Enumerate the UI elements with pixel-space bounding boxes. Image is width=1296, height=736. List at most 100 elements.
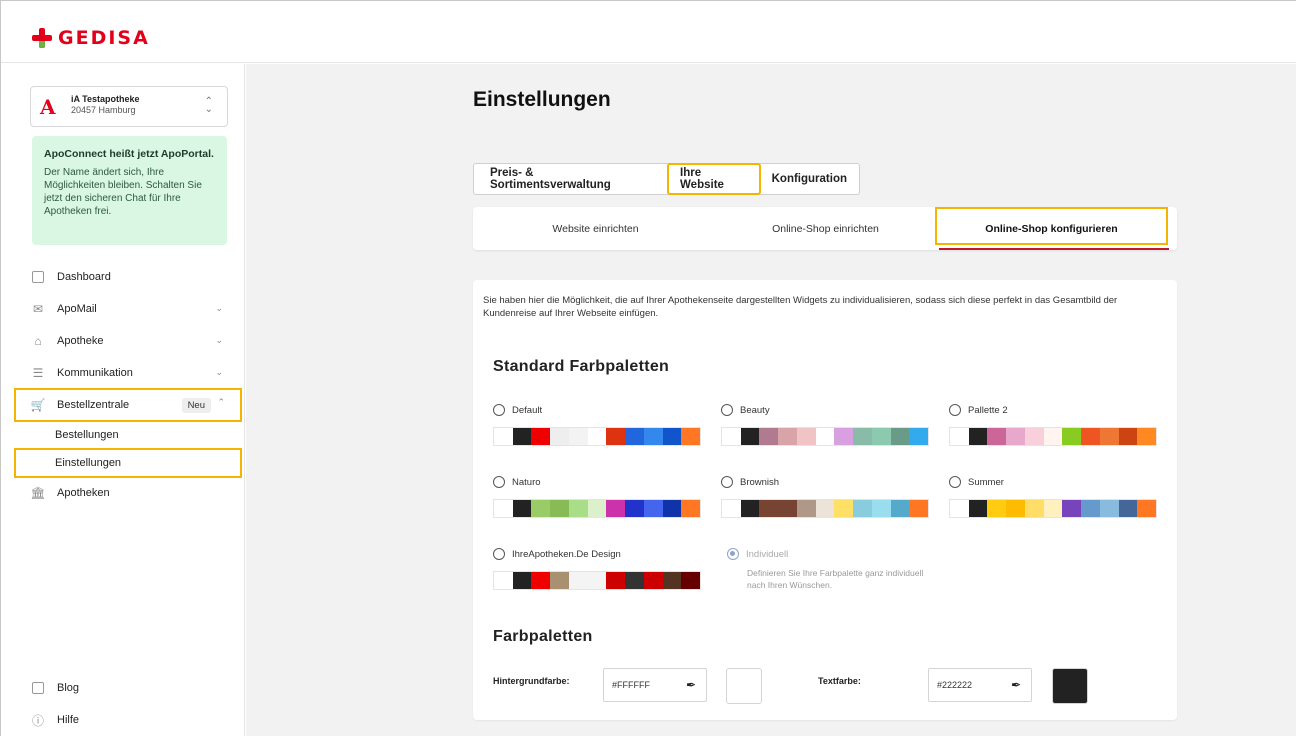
sidebar-item-blog[interactable]: Blog — [1, 672, 245, 704]
sidebar-subitem-einstellungen[interactable]: Einstellungen — [14, 448, 242, 478]
palette-radio[interactable] — [721, 476, 733, 488]
palette-radio[interactable] — [949, 404, 961, 416]
palette-radio[interactable] — [493, 404, 505, 416]
background-color-preview — [726, 668, 762, 704]
palette-name: IhreApotheken.De Design — [512, 548, 621, 560]
color-swatch — [643, 500, 663, 517]
palette-option[interactable]: Brownish — [721, 474, 929, 518]
palette-swatches — [721, 427, 929, 446]
palette-radio[interactable] — [493, 548, 505, 560]
cart-icon: 🛒 — [30, 398, 46, 412]
tab-website-einrichten[interactable]: Website einrichten — [473, 207, 718, 250]
palette-radio[interactable] — [493, 476, 505, 488]
color-swatch — [662, 572, 682, 589]
home-icon: ⌂ — [34, 334, 42, 348]
color-swatch — [890, 500, 910, 517]
palette-radio[interactable] — [949, 476, 961, 488]
color-swatch — [909, 500, 929, 517]
tab-online-shop-einrichten[interactable]: Online-Shop einrichten — [703, 207, 948, 250]
color-swatch — [587, 572, 607, 589]
color-swatch — [778, 428, 797, 445]
color-swatch — [494, 500, 513, 517]
color-swatch — [759, 500, 779, 517]
eyedropper-icon[interactable]: ✒ — [1011, 678, 1021, 692]
tab-ihre-website[interactable]: Ihre Website — [667, 163, 761, 195]
palette-option[interactable]: Default — [493, 402, 701, 446]
sidebar-item-apotheken[interactable]: 🏛 Apotheken — [1, 477, 245, 509]
color-swatch — [606, 572, 626, 589]
palette-option[interactable]: Summer — [949, 474, 1157, 518]
color-swatch — [662, 428, 682, 445]
radio-individuell[interactable] — [727, 548, 739, 560]
building-icon: 🏛 — [30, 486, 46, 500]
color-swatch — [606, 428, 626, 445]
sidebar-bottom-nav: Blog ⓘ Hilfe — [1, 672, 245, 736]
notice-title: ApoConnect heißt jetzt ApoPortal. — [44, 148, 214, 160]
palette-option[interactable]: Naturo — [493, 474, 701, 518]
tab-preis-sortiment[interactable]: Preis- & Sortimentsverwaltung — [478, 164, 668, 194]
background-color-input[interactable]: #FFFFFF ✒ — [603, 668, 707, 702]
palette-option[interactable]: IhreApotheken.De Design — [493, 546, 701, 590]
sidebar-item-kommunikation[interactable]: ☰ Kommunikation ⌄ — [1, 357, 245, 389]
primary-tabs: Preis- & Sortimentsverwaltung Ihre Websi… — [473, 163, 860, 195]
color-swatch — [531, 428, 551, 445]
color-swatch — [1062, 500, 1082, 517]
palette-option[interactable]: Beauty — [721, 402, 929, 446]
color-swatch — [625, 428, 644, 445]
color-swatch — [643, 572, 663, 589]
notice-body: Der Name ändert sich, Ihre Möglichkeiten… — [44, 167, 202, 217]
top-bar: GEDISA — [1, 15, 1296, 63]
chevron-up-icon: ⌃ — [217, 397, 225, 407]
page-title: Einstellungen — [473, 88, 611, 111]
sidebar-item-hilfe[interactable]: ⓘ Hilfe — [1, 704, 245, 736]
sidebar-item-apotheke[interactable]: ⌂ Apotheke ⌄ — [1, 325, 245, 357]
sidebar-item-dashboard[interactable]: Dashboard — [1, 261, 245, 293]
chevron-up-down-icon: ⌃ ⌄ — [204, 96, 213, 115]
tab-konfiguration[interactable]: Konfiguration — [760, 164, 859, 194]
color-swatch — [625, 572, 644, 589]
color-swatch — [662, 500, 682, 517]
color-swatch — [1118, 428, 1138, 445]
color-swatch — [681, 500, 701, 517]
app-frame: GEDISA A iA Testapotheke 20457 Hamburg ⌃… — [0, 0, 1296, 736]
palette-individuell[interactable]: Individuell Definieren Sie Ihre Farbpale… — [727, 546, 935, 591]
pharmacy-switcher[interactable]: A iA Testapotheke 20457 Hamburg ⌃ ⌄ — [30, 86, 228, 127]
color-swatch — [759, 428, 779, 445]
gedisa-logo[interactable]: GEDISA — [32, 27, 150, 49]
color-swatch — [796, 500, 816, 517]
sidebar-item-apomail[interactable]: ✉ ApoMail ⌄ — [1, 293, 245, 325]
color-swatch — [550, 500, 569, 517]
palette-swatches — [949, 427, 1157, 446]
color-swatch — [987, 428, 1007, 445]
sidebar-nav: Dashboard ✉ ApoMail ⌄ ⌂ Apotheke ⌄ ☰ Kom… — [1, 261, 245, 509]
sidebar-item-label: Kommunikation — [57, 367, 133, 379]
chevron-down-icon: ⌄ — [215, 335, 223, 345]
color-swatch — [987, 500, 1007, 517]
chat-icon: ☰ — [32, 366, 44, 380]
palette-swatches — [949, 499, 1157, 518]
color-swatch — [1137, 500, 1157, 517]
sidebar-item-bestellzentrale[interactable]: 🛒 Bestellzentrale Neu ⌃ — [14, 388, 242, 422]
sidebar-subitem-bestellungen[interactable]: Bestellungen — [1, 421, 245, 449]
sidebar: A iA Testapotheke 20457 Hamburg ⌃ ⌄ ApoCo… — [1, 64, 245, 736]
sidebar-item-label: Dashboard — [57, 271, 111, 283]
color-swatch — [871, 500, 891, 517]
eyedropper-icon[interactable]: ✒ — [686, 678, 696, 692]
sidebar-item-label: Apotheke — [57, 335, 104, 347]
text-color-input[interactable]: #222222 ✒ — [928, 668, 1032, 702]
color-swatch — [1024, 500, 1044, 517]
color-swatch — [950, 500, 969, 517]
palette-radio[interactable] — [721, 404, 733, 416]
tab-online-shop-konfigurieren[interactable]: Online-Shop konfigurieren — [935, 207, 1168, 250]
color-swatch — [796, 428, 816, 445]
palette-option[interactable]: Pallette 2 — [949, 402, 1157, 446]
color-swatch — [722, 500, 741, 517]
color-swatch — [815, 500, 835, 517]
background-color-value: #FFFFFF — [612, 680, 650, 690]
color-swatch — [740, 500, 760, 517]
color-swatch — [740, 428, 760, 445]
color-swatch — [778, 500, 797, 517]
color-swatch — [512, 572, 532, 589]
color-swatch — [1099, 500, 1119, 517]
color-swatch — [1024, 428, 1044, 445]
